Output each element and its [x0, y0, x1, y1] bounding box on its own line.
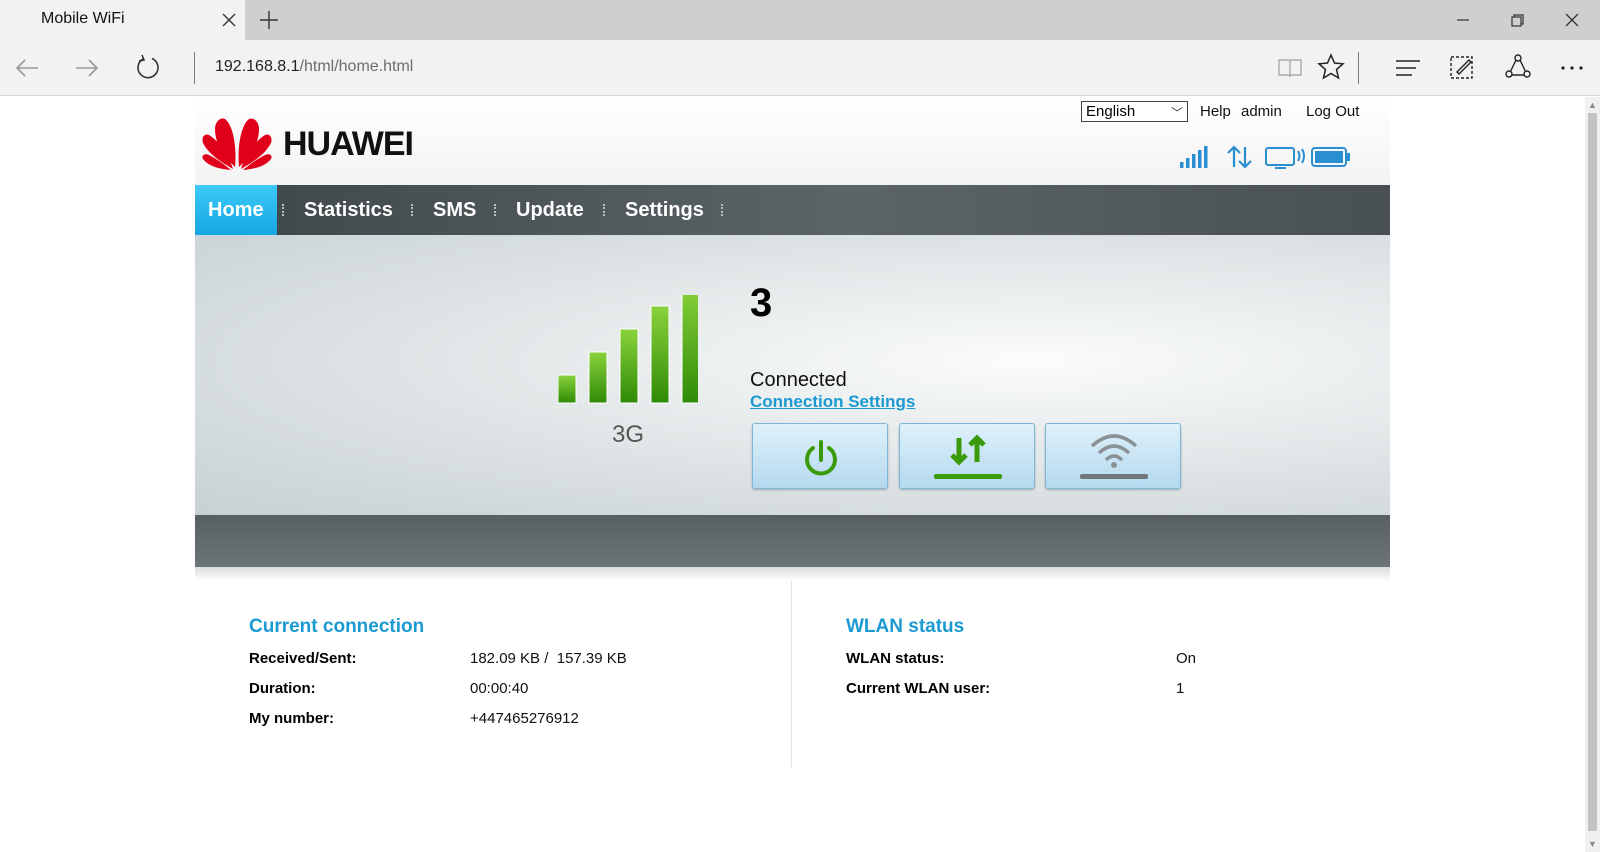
scroll-thumb[interactable]: [1588, 113, 1597, 831]
data-transfer-icon: [1227, 145, 1252, 169]
share-icon[interactable]: [1503, 52, 1533, 82]
received-sent-value: 182.09 KB / 157.39 KB: [470, 650, 627, 667]
favorite-star-icon[interactable]: [1316, 52, 1346, 82]
huawei-logo-icon: [202, 118, 272, 170]
brand-name: HUAWEI: [283, 125, 414, 163]
hero-footer-band: [195, 515, 1390, 567]
operator-name: 3: [750, 281, 773, 325]
battery-icon: [1311, 147, 1350, 167]
connect-toggle-button[interactable]: [752, 423, 888, 489]
browser-tab[interactable]: Mobile WiFi: [0, 0, 245, 40]
web-note-icon[interactable]: [1447, 52, 1477, 82]
wlan-users-value: 1: [1176, 680, 1185, 697]
browser-navbar: 192.168.8.1/html/home.html: [0, 40, 1600, 96]
back-icon[interactable]: [12, 53, 42, 83]
signal-bar: [588, 351, 608, 404]
tab-sms[interactable]: SMS: [420, 185, 489, 235]
toolbar-separator: [1358, 52, 1359, 84]
panel-divider: [791, 581, 792, 767]
duration-label: Duration:: [249, 680, 316, 697]
network-type: 3G: [612, 421, 645, 448]
hero-shadow: [195, 567, 1390, 581]
tab-title: Mobile WiFi: [41, 10, 125, 27]
menu-separator: [282, 204, 284, 216]
close-window-icon[interactable]: [1560, 8, 1584, 32]
wlan-toggle-button[interactable]: [1045, 423, 1181, 489]
close-tab-icon[interactable]: [219, 10, 239, 30]
connection-hero: 3G 3 Connected Connection Settings: [195, 235, 1390, 515]
my-number-value: +447465276912: [470, 710, 579, 727]
minimize-icon[interactable]: [1451, 8, 1475, 32]
address-host: 192.168.8.1: [215, 58, 300, 75]
signal-status-icon: [1180, 146, 1208, 168]
status-icons: [1180, 145, 1350, 169]
menu-separator: [411, 204, 413, 216]
browser-titlebar: Mobile WiFi: [0, 0, 1600, 40]
router-page: HUAWEI English ﹀ Help admin Log Out Home…: [195, 97, 1390, 852]
signal-bar: [558, 374, 577, 404]
received-sent-label: Received/Sent:: [249, 650, 357, 667]
device-connected-icon: [1265, 147, 1305, 169]
connection-status: Connected: [750, 369, 847, 391]
signal-bar: [619, 328, 639, 404]
data-arrows-icon: [934, 434, 1002, 479]
address-path: /html/home.html: [299, 58, 414, 75]
duration-value: 00:00:40: [470, 680, 529, 697]
data-switch-button[interactable]: [899, 423, 1035, 489]
scroll-up-icon[interactable]: ▲: [1587, 100, 1598, 110]
signal-bar: [681, 295, 698, 404]
more-icon[interactable]: [1557, 53, 1587, 83]
logout-link[interactable]: Log Out: [1306, 103, 1359, 120]
wlan-users-label: Current WLAN user:: [846, 680, 991, 697]
menu-separator: [494, 204, 496, 216]
username: admin: [1241, 103, 1282, 120]
wifi-icon: [1080, 434, 1148, 479]
menu-separator: [721, 204, 723, 216]
wlan-status-value: On: [1176, 650, 1197, 667]
help-link[interactable]: Help: [1200, 103, 1231, 120]
signal-bar: [650, 305, 670, 404]
info-panels: Current connection Received/Sent: 182.09…: [195, 581, 1390, 781]
tab-statistics[interactable]: Statistics: [291, 185, 406, 235]
connection-settings-link[interactable]: Connection Settings: [750, 392, 915, 412]
main-menu: Home Statistics SMS Update Settings: [195, 185, 1390, 235]
signal-strength-icon: [558, 295, 698, 404]
address-bar[interactable]: 192.168.8.1/html/home.html: [215, 58, 413, 76]
my-number-label: My number:: [249, 710, 335, 727]
forward-icon[interactable]: [72, 53, 102, 83]
current-connection-title: Current connection: [249, 616, 425, 637]
refresh-icon[interactable]: [133, 53, 163, 83]
power-icon: [805, 440, 837, 476]
language-select[interactable]: English ﹀: [1081, 101, 1188, 122]
page-scrollbar[interactable]: ▲ ▼: [1585, 97, 1600, 852]
menu-separator: [603, 204, 605, 216]
hub-icon[interactable]: [1393, 53, 1423, 83]
restore-icon[interactable]: [1505, 8, 1529, 32]
language-value: English: [1086, 103, 1136, 120]
page-header: HUAWEI English ﹀ Help admin Log Out: [195, 97, 1390, 185]
reading-view-icon[interactable]: [1275, 53, 1305, 83]
wlan-status-label: WLAN status:: [846, 650, 945, 667]
tab-update[interactable]: Update: [503, 185, 597, 235]
tab-settings[interactable]: Settings: [612, 185, 717, 235]
wlan-status-title: WLAN status: [846, 616, 965, 637]
scroll-down-icon[interactable]: ▼: [1587, 839, 1598, 849]
address-separator: [194, 52, 195, 84]
chevron-down-icon: ﹀: [1170, 106, 1183, 120]
new-tab-icon[interactable]: [258, 9, 280, 31]
tab-home[interactable]: Home: [195, 185, 277, 235]
